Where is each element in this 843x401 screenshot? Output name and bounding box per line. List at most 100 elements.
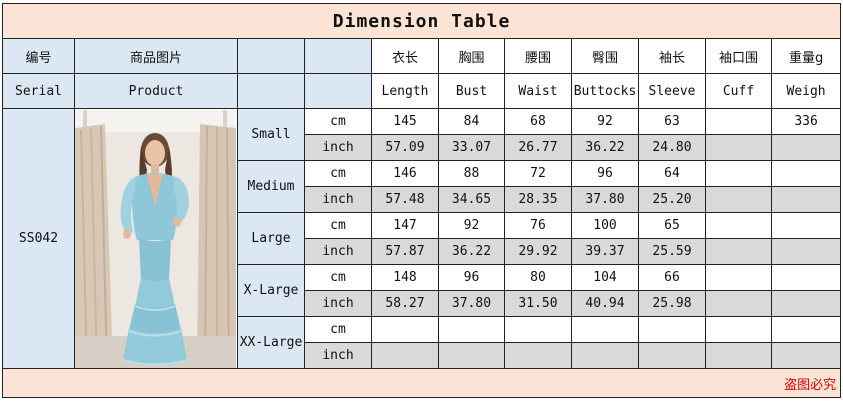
size-name: Small: [237, 108, 305, 161]
unit-label: inch: [304, 238, 372, 265]
size-name: Large: [237, 212, 305, 265]
measurement-sleeve: 63: [638, 108, 706, 135]
measurement-weight: [770, 160, 842, 187]
measurement-waist: 68: [504, 108, 572, 135]
measurement-bust: [438, 342, 505, 369]
unit-label: cm: [304, 316, 372, 343]
measurement-weight: [770, 134, 842, 161]
measurement-length: 146: [371, 160, 439, 187]
measurement-bust: 84: [438, 108, 505, 135]
header-en-blank-1: [237, 73, 305, 109]
measurement-weight: [770, 290, 842, 317]
unit-label: cm: [304, 108, 372, 135]
product-image-cell: [74, 108, 238, 369]
measurement-buttocks: [571, 316, 639, 343]
header-zh-blank-1: [237, 38, 305, 74]
header-en-buttocks: Buttocks: [571, 73, 639, 109]
measurement-waist: 72: [504, 160, 572, 187]
unit-label: cm: [304, 264, 372, 291]
product-photo: [75, 109, 236, 368]
measurement-length: [371, 316, 439, 343]
measurement-buttocks: [571, 342, 639, 369]
measurement-weight: [770, 186, 842, 213]
footer-notice: 盗图必究: [784, 377, 837, 393]
measurement-sleeve: 64: [638, 160, 706, 187]
serial-value: SS042: [2, 108, 75, 369]
header-zh-buttocks: 臀围: [571, 38, 639, 74]
measurement-buttocks: 100: [571, 212, 639, 239]
measurement-length: 147: [371, 212, 439, 239]
header-zh-blank-2: [304, 38, 372, 74]
unit-label: inch: [304, 342, 372, 369]
measurement-cuff: [705, 342, 772, 369]
measurement-weight: 336: [770, 108, 842, 135]
measurement-buttocks: 36.22: [571, 134, 639, 161]
header-zh-weight: 重量g: [770, 38, 842, 74]
unit-label: cm: [304, 160, 372, 187]
measurement-cuff: [705, 238, 772, 265]
dimension-table: Dimension Table 编号 商品图片 衣长 胸围 腰围 臀围 袖长 袖…: [1, 3, 842, 398]
table-title: Dimension Table: [1, 3, 842, 39]
header-en-waist: Waist: [504, 73, 572, 109]
measurement-sleeve: [638, 316, 706, 343]
measurement-sleeve: 66: [638, 264, 706, 291]
measurement-sleeve: 24.80: [638, 134, 706, 161]
footer-cell: 盗图必究: [1, 368, 842, 398]
measurement-waist: [504, 342, 572, 369]
measurement-waist: 76: [504, 212, 572, 239]
header-en-blank-2: [304, 73, 372, 109]
size-name: X-Large: [237, 264, 305, 317]
header-en-sleeve: Sleeve: [638, 73, 706, 109]
measurement-waist: 26.77: [504, 134, 572, 161]
header-zh-product: 商品图片: [74, 38, 238, 74]
measurement-sleeve: 25.59: [638, 238, 706, 265]
measurement-bust: 88: [438, 160, 505, 187]
measurement-cuff: [705, 316, 772, 343]
measurement-cuff: [705, 290, 772, 317]
measurement-waist: 80: [504, 264, 572, 291]
measurement-cuff: [705, 264, 772, 291]
measurement-bust: 33.07: [438, 134, 505, 161]
header-en-weight: Weigh: [770, 73, 842, 109]
measurement-length: 145: [371, 108, 439, 135]
measurement-bust: 92: [438, 212, 505, 239]
measurement-bust: [438, 316, 505, 343]
header-en-length: Length: [371, 73, 439, 109]
measurement-weight: [770, 212, 842, 239]
measurement-length: 57.09: [371, 134, 439, 161]
measurement-sleeve: 65: [638, 212, 706, 239]
measurement-buttocks: 104: [571, 264, 639, 291]
measurement-length: [371, 342, 439, 369]
header-zh-bust: 胸围: [438, 38, 505, 74]
measurement-buttocks: 92: [571, 108, 639, 135]
measurement-length: 148: [371, 264, 439, 291]
unit-label: inch: [304, 134, 372, 161]
header-en-bust: Bust: [438, 73, 505, 109]
header-zh-length: 衣长: [371, 38, 439, 74]
measurement-weight: [770, 264, 842, 291]
header-zh-sleeve: 袖长: [638, 38, 706, 74]
footer-row: 盗图必究: [1, 368, 842, 398]
measurement-weight: [770, 316, 842, 343]
measurement-bust: 36.22: [438, 238, 505, 265]
measurement-buttocks: 37.80: [571, 186, 639, 213]
measurement-bust: 34.65: [438, 186, 505, 213]
measurement-sleeve: [638, 342, 706, 369]
header-zh-waist: 腰围: [504, 38, 572, 74]
measurement-length: 57.48: [371, 186, 439, 213]
header-en-product: Product: [74, 73, 238, 109]
dimension-table-page: Dimension Table 编号 商品图片 衣长 胸围 腰围 臀围 袖长 袖…: [0, 0, 843, 401]
unit-label: inch: [304, 290, 372, 317]
measurement-cuff: [705, 160, 772, 187]
measurement-weight: [770, 238, 842, 265]
size-row-cm: SS042 Small cm 145 84 68 92 63 336: [2, 108, 842, 369]
header-row-english: Serial Product Length Bust Waist Buttock…: [2, 73, 842, 109]
measurement-weight: [770, 342, 842, 369]
header-row-chinese: 编号 商品图片 衣长 胸围 腰围 臀围 袖长 袖口围 重量g: [2, 38, 842, 74]
header-en-cuff: Cuff: [705, 73, 772, 109]
measurement-cuff: [705, 108, 772, 135]
measurement-waist: 28.35: [504, 186, 572, 213]
size-name: Medium: [237, 160, 305, 213]
measurement-bust: 96: [438, 264, 505, 291]
measurement-waist: 31.50: [504, 290, 572, 317]
